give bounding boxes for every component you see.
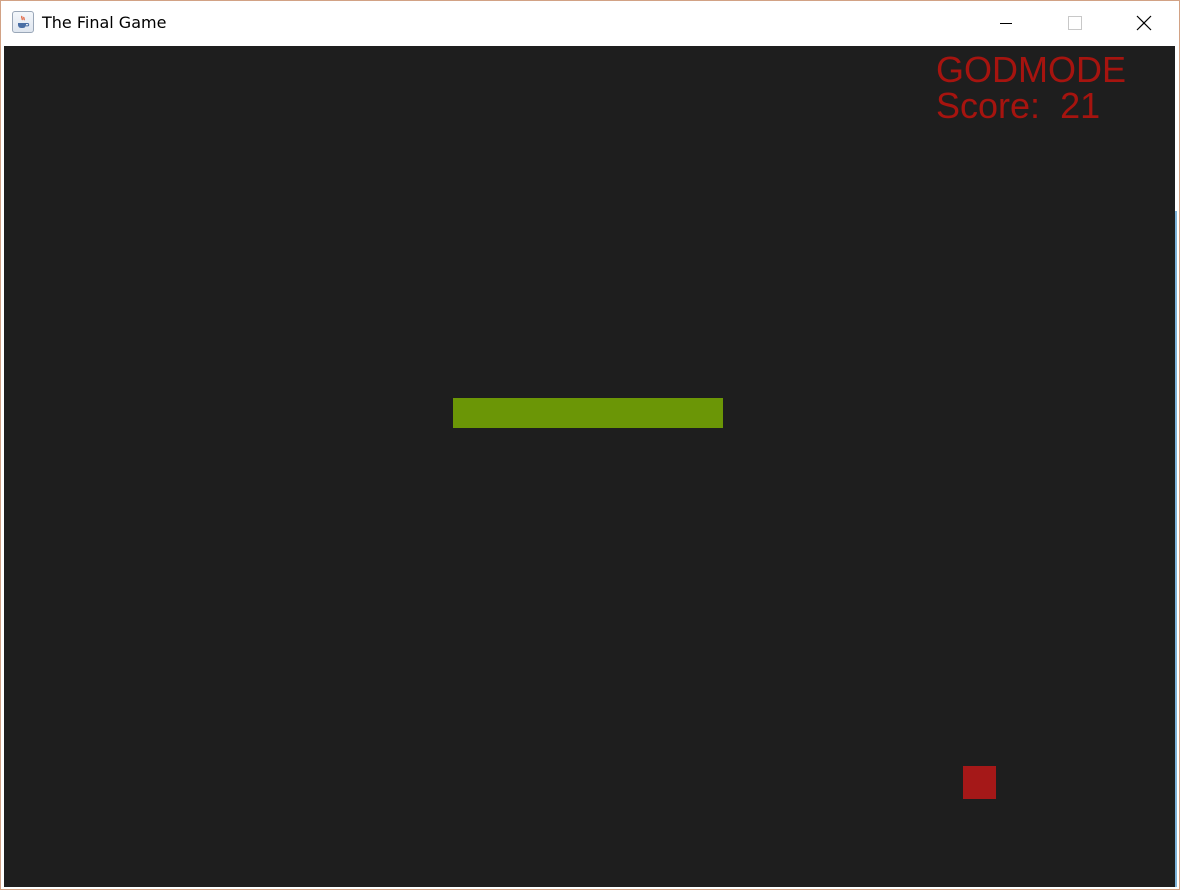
- godmode-label: GODMODE: [936, 49, 1127, 90]
- maximize-button[interactable]: [1051, 1, 1097, 45]
- window-edge-highlight: [1175, 211, 1177, 887]
- hud: GODMODE Score: 21: [936, 52, 1126, 124]
- player-bar: [453, 398, 723, 428]
- target-block: [963, 766, 996, 799]
- minimize-button[interactable]: [983, 1, 1029, 45]
- game-canvas[interactable]: GODMODE Score: 21: [4, 46, 1175, 887]
- window-title: The Final Game: [42, 13, 167, 32]
- score-value: 21: [1060, 85, 1101, 126]
- close-icon: [1136, 15, 1152, 31]
- score-label: Score:: [936, 85, 1041, 126]
- java-cup-icon[interactable]: [12, 11, 34, 33]
- score-display: Score: 21: [936, 88, 1126, 124]
- close-button[interactable]: [1121, 1, 1167, 45]
- game-window: The Final Game GODMODE Score: 21: [0, 0, 1180, 890]
- title-bar[interactable]: The Final Game: [1, 1, 1179, 45]
- minimize-icon: [1000, 23, 1012, 24]
- maximize-icon: [1068, 16, 1082, 30]
